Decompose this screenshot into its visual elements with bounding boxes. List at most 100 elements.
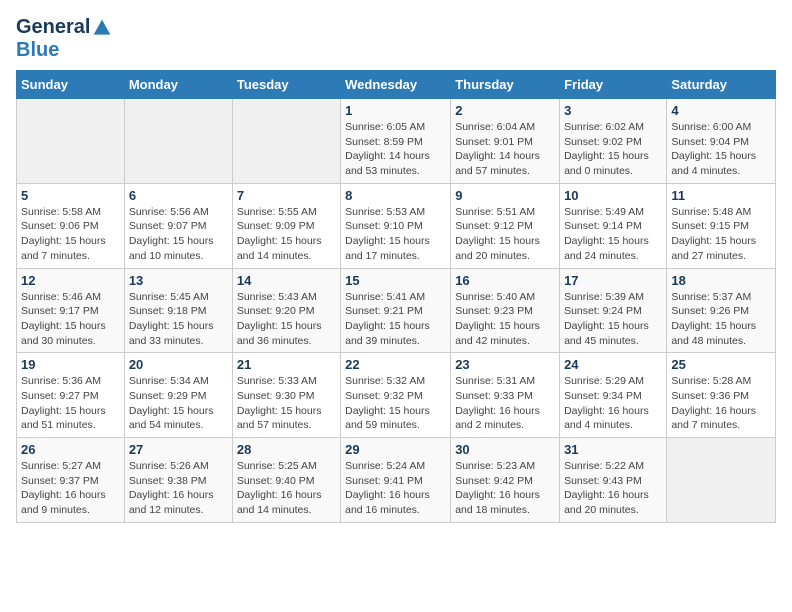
calendar-cell: 16 Sunrise: 5:40 AM Sunset: 9:23 PM Dayli… xyxy=(451,268,560,353)
calendar-cell: 28Sunrise: 5:25 AM Sunset: 9:40 PM Dayli… xyxy=(232,438,340,523)
calendar-cell xyxy=(17,99,125,184)
weekday-header-sunday: Sunday xyxy=(17,71,125,99)
weekday-header-friday: Friday xyxy=(560,71,667,99)
day-number: 31 xyxy=(564,442,662,457)
calendar-cell: 8 Sunrise: 5:53 AM Sunset: 9:10 PM Daylig… xyxy=(341,183,451,268)
day-number: 1 xyxy=(345,103,446,118)
calendar-cell: 1Sunrise: 6:05 AM Sunset: 8:59 PM Daylig… xyxy=(341,99,451,184)
calendar-cell: 18 Sunrise: 5:37 AM Sunset: 9:26 PM Dayli… xyxy=(667,268,776,353)
weekday-header-saturday: Saturday xyxy=(667,71,776,99)
day-info: Sunrise: 6:00 AM Sunset: 9:04 PM Dayligh… xyxy=(671,120,771,179)
calendar-cell: 12 Sunrise: 5:46 AM Sunset: 9:17 PM Dayli… xyxy=(17,268,125,353)
calendar-week-row: 12 Sunrise: 5:46 AM Sunset: 9:17 PM Dayli… xyxy=(17,268,776,353)
calendar-cell: 3 Sunrise: 6:02 AM Sunset: 9:02 PM Daylig… xyxy=(560,99,667,184)
day-number: 18 xyxy=(671,273,771,288)
calendar-cell: 7 Sunrise: 5:55 AM Sunset: 9:09 PM Daylig… xyxy=(232,183,340,268)
calendar-cell: 31 Sunrise: 5:22 AM Sunset: 9:43 PM Dayli… xyxy=(560,438,667,523)
logo-general: General xyxy=(16,16,90,39)
day-info: Sunrise: 5:22 AM Sunset: 9:43 PM Dayligh… xyxy=(564,459,662,518)
day-info: Sunrise: 5:34 AM Sunset: 9:29 PM Dayligh… xyxy=(129,374,228,433)
day-info: Sunrise: 5:37 AM Sunset: 9:26 PM Dayligh… xyxy=(671,290,771,349)
calendar-cell: 14 Sunrise: 5:43 AM Sunset: 9:20 PM Dayli… xyxy=(232,268,340,353)
day-number: 23 xyxy=(455,357,555,372)
day-number: 29 xyxy=(345,442,446,457)
day-number: 28 xyxy=(237,442,336,457)
weekday-header-thursday: Thursday xyxy=(451,71,560,99)
calendar-week-row: 26 Sunrise: 5:27 AM Sunset: 9:37 PM Dayli… xyxy=(17,438,776,523)
day-info: Sunrise: 5:49 AM Sunset: 9:14 PM Dayligh… xyxy=(564,205,662,264)
weekday-header-wednesday: Wednesday xyxy=(341,71,451,99)
calendar-cell: 9Sunrise: 5:51 AM Sunset: 9:12 PM Daylig… xyxy=(451,183,560,268)
logo-blue: Blue xyxy=(16,39,59,62)
day-number: 14 xyxy=(237,273,336,288)
day-info: Sunrise: 6:02 AM Sunset: 9:02 PM Dayligh… xyxy=(564,120,662,179)
day-number: 3 xyxy=(564,103,662,118)
day-info: Sunrise: 5:23 AM Sunset: 9:42 PM Dayligh… xyxy=(455,459,555,518)
calendar-cell: 10 Sunrise: 5:49 AM Sunset: 9:14 PM Dayli… xyxy=(560,183,667,268)
calendar-cell xyxy=(124,99,232,184)
day-info: Sunrise: 5:45 AM Sunset: 9:18 PM Dayligh… xyxy=(129,290,228,349)
calendar-cell: 29Sunrise: 5:24 AM Sunset: 9:41 PM Dayli… xyxy=(341,438,451,523)
day-number: 2 xyxy=(455,103,555,118)
day-number: 19 xyxy=(21,357,120,372)
day-number: 25 xyxy=(671,357,771,372)
day-number: 4 xyxy=(671,103,771,118)
calendar-cell: 23Sunrise: 5:31 AM Sunset: 9:33 PM Dayli… xyxy=(451,353,560,438)
day-number: 8 xyxy=(345,188,446,203)
calendar-cell: 30 Sunrise: 5:23 AM Sunset: 9:42 PM Dayli… xyxy=(451,438,560,523)
weekday-header-monday: Monday xyxy=(124,71,232,99)
day-info: Sunrise: 5:33 AM Sunset: 9:30 PM Dayligh… xyxy=(237,374,336,433)
calendar-cell: 2Sunrise: 6:04 AM Sunset: 9:01 PM Daylig… xyxy=(451,99,560,184)
day-number: 21 xyxy=(237,357,336,372)
calendar-cell: 25 Sunrise: 5:28 AM Sunset: 9:36 PM Dayli… xyxy=(667,353,776,438)
day-number: 6 xyxy=(129,188,228,203)
day-number: 16 xyxy=(455,273,555,288)
day-number: 5 xyxy=(21,188,120,203)
day-number: 12 xyxy=(21,273,120,288)
day-number: 17 xyxy=(564,273,662,288)
day-number: 20 xyxy=(129,357,228,372)
day-info: Sunrise: 5:55 AM Sunset: 9:09 PM Dayligh… xyxy=(237,205,336,264)
day-info: Sunrise: 5:27 AM Sunset: 9:37 PM Dayligh… xyxy=(21,459,120,518)
calendar-cell: 11Sunrise: 5:48 AM Sunset: 9:15 PM Dayli… xyxy=(667,183,776,268)
day-number: 27 xyxy=(129,442,228,457)
day-number: 9 xyxy=(455,188,555,203)
day-info: Sunrise: 5:41 AM Sunset: 9:21 PM Dayligh… xyxy=(345,290,446,349)
day-number: 30 xyxy=(455,442,555,457)
day-info: Sunrise: 5:40 AM Sunset: 9:23 PM Dayligh… xyxy=(455,290,555,349)
weekday-header-tuesday: Tuesday xyxy=(232,71,340,99)
day-number: 26 xyxy=(21,442,120,457)
logo: General Blue xyxy=(16,16,112,62)
calendar-cell: 17 Sunrise: 5:39 AM Sunset: 9:24 PM Dayli… xyxy=(560,268,667,353)
calendar-cell xyxy=(232,99,340,184)
calendar-cell: 15 Sunrise: 5:41 AM Sunset: 9:21 PM Dayli… xyxy=(341,268,451,353)
day-info: Sunrise: 5:56 AM Sunset: 9:07 PM Dayligh… xyxy=(129,205,228,264)
calendar-cell: 6 Sunrise: 5:56 AM Sunset: 9:07 PM Daylig… xyxy=(124,183,232,268)
day-number: 10 xyxy=(564,188,662,203)
day-info: Sunrise: 5:26 AM Sunset: 9:38 PM Dayligh… xyxy=(129,459,228,518)
day-info: Sunrise: 5:32 AM Sunset: 9:32 PM Dayligh… xyxy=(345,374,446,433)
calendar-cell: 13 Sunrise: 5:45 AM Sunset: 9:18 PM Dayli… xyxy=(124,268,232,353)
calendar-cell: 20 Sunrise: 5:34 AM Sunset: 9:29 PM Dayli… xyxy=(124,353,232,438)
day-number: 7 xyxy=(237,188,336,203)
logo-icon xyxy=(92,18,112,38)
day-number: 15 xyxy=(345,273,446,288)
calendar-cell: 26 Sunrise: 5:27 AM Sunset: 9:37 PM Dayli… xyxy=(17,438,125,523)
calendar-week-row: 1Sunrise: 6:05 AM Sunset: 8:59 PM Daylig… xyxy=(17,99,776,184)
day-info: Sunrise: 5:58 AM Sunset: 9:06 PM Dayligh… xyxy=(21,205,120,264)
day-info: Sunrise: 5:39 AM Sunset: 9:24 PM Dayligh… xyxy=(564,290,662,349)
calendar-cell: 27 Sunrise: 5:26 AM Sunset: 9:38 PM Dayli… xyxy=(124,438,232,523)
calendar-cell: 24Sunrise: 5:29 AM Sunset: 9:34 PM Dayli… xyxy=(560,353,667,438)
day-number: 11 xyxy=(671,188,771,203)
day-info: Sunrise: 5:43 AM Sunset: 9:20 PM Dayligh… xyxy=(237,290,336,349)
calendar-header-row: SundayMondayTuesdayWednesdayThursdayFrid… xyxy=(17,71,776,99)
page-header: General Blue xyxy=(16,16,776,62)
day-number: 13 xyxy=(129,273,228,288)
calendar-cell: 22Sunrise: 5:32 AM Sunset: 9:32 PM Dayli… xyxy=(341,353,451,438)
day-info: Sunrise: 5:53 AM Sunset: 9:10 PM Dayligh… xyxy=(345,205,446,264)
day-info: Sunrise: 5:28 AM Sunset: 9:36 PM Dayligh… xyxy=(671,374,771,433)
calendar-cell: 5 Sunrise: 5:58 AM Sunset: 9:06 PM Daylig… xyxy=(17,183,125,268)
day-info: Sunrise: 5:46 AM Sunset: 9:17 PM Dayligh… xyxy=(21,290,120,349)
calendar-cell: 21 Sunrise: 5:33 AM Sunset: 9:30 PM Dayli… xyxy=(232,353,340,438)
day-info: Sunrise: 5:29 AM Sunset: 9:34 PM Dayligh… xyxy=(564,374,662,433)
